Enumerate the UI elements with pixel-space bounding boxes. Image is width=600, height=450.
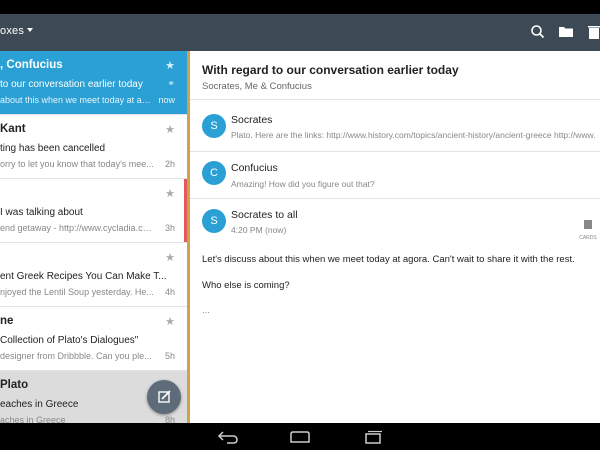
list-item-preview: about this when we meet today at ago... — [0, 95, 155, 105]
thread-title: With regard to our conversation earlier … — [202, 63, 459, 77]
list-item-preview: aches in Greece — [0, 415, 66, 423]
label-color-bar — [184, 179, 187, 242]
list-item[interactable]: ne ★ Collection of Plato's Dialogues" de… — [0, 307, 187, 371]
system-nav-bar — [0, 423, 600, 450]
chevron-down-icon[interactable] — [27, 28, 33, 32]
message-time: 4:20 PM (now) — [231, 225, 287, 235]
message-snippet: Amazing! How did you figure out that? — [231, 179, 375, 189]
star-icon[interactable]: ★ — [165, 315, 175, 328]
paperclip-icon: ⚭ — [167, 78, 175, 88]
cards-label: CARDS — [579, 235, 597, 241]
star-icon[interactable]: ★ — [165, 123, 175, 136]
trash-icon[interactable] — [585, 23, 600, 41]
show-quoted-text[interactable]: ... — [202, 305, 210, 316]
list-item[interactable]: ★ ent Greek Recipes You Can Make T... nj… — [0, 243, 187, 307]
message-snippet: Plato. Here are the links: http://www.hi… — [231, 130, 596, 140]
list-item-time: 4h — [164, 287, 175, 297]
message-body-line: Let's discuss about this when we meet to… — [202, 254, 575, 265]
list-item-time: 3h — [164, 223, 175, 233]
list-item[interactable]: , Confucius ★ to our conversation earlie… — [0, 51, 187, 115]
divider — [190, 198, 600, 199]
list-item-subject: ent Greek Recipes You Can Make T... — [0, 271, 167, 282]
divider — [190, 151, 600, 152]
star-icon[interactable]: ★ — [165, 187, 175, 200]
message-sender: Socrates to all — [231, 209, 298, 221]
folder-icon[interactable] — [557, 23, 575, 41]
thread-participants: Socrates, Me & Confucius — [202, 81, 312, 92]
list-item[interactable]: ★ I was talking about end getaway - http… — [0, 179, 187, 243]
list-item-time: 5h — [164, 351, 175, 361]
compose-button[interactable] — [147, 380, 181, 414]
list-item-subject: ting has been cancelled — [0, 143, 106, 154]
list-item-time: 2h — [164, 159, 175, 169]
list-item-preview: orry to let you know that today's mee... — [0, 159, 154, 169]
divider — [190, 99, 600, 100]
app-bar: oxes — [0, 14, 600, 51]
list-item-subject: to our conversation earlier today — [0, 79, 143, 90]
mailbox-selector-label[interactable]: oxes — [0, 25, 24, 37]
search-icon[interactable] — [529, 23, 547, 41]
star-icon[interactable]: ★ — [165, 251, 175, 264]
list-item-time: now — [158, 95, 175, 105]
list-item-sender: Plato — [0, 379, 29, 391]
list-item-subject: eaches in Greece — [0, 399, 79, 410]
cards-icon — [584, 220, 592, 229]
home-icon[interactable] — [289, 429, 311, 445]
message-body-line: Who else is coming? — [202, 280, 290, 291]
star-icon[interactable]: ★ — [165, 59, 175, 72]
list-item-preview: njoyed the Lentil Soup yesterday. He... — [0, 287, 154, 297]
avatar: C — [202, 161, 226, 185]
list-item-sender: , Confucius — [0, 59, 63, 71]
compose-icon — [158, 390, 171, 403]
list-item-subject: I was talking about — [0, 207, 83, 218]
list-item-time: 8h — [164, 415, 175, 423]
back-icon[interactable] — [217, 429, 239, 445]
list-item-preview: designer from Dribbble. Can you ple... — [0, 351, 152, 361]
message-sender: Socrates — [231, 114, 273, 126]
cards-button[interactable]: CARDS — [576, 216, 600, 241]
list-item-preview: end getaway - http://www.cycladia.co... — [0, 223, 155, 233]
message-list: , Confucius ★ to our conversation earlie… — [0, 51, 190, 423]
message-sender: Confucius — [231, 162, 278, 174]
thread-view: With regard to our conversation earlier … — [190, 51, 600, 423]
list-item[interactable]: Kant ★ ting has been cancelled orry to l… — [0, 115, 187, 179]
list-item-sender: Kant — [0, 123, 26, 135]
status-bar — [0, 0, 600, 14]
list-item-subject: Collection of Plato's Dialogues" — [0, 335, 139, 346]
recents-icon[interactable] — [362, 429, 384, 445]
avatar: S — [202, 209, 226, 233]
avatar: S — [202, 114, 226, 138]
list-item-sender: ne — [0, 315, 14, 327]
